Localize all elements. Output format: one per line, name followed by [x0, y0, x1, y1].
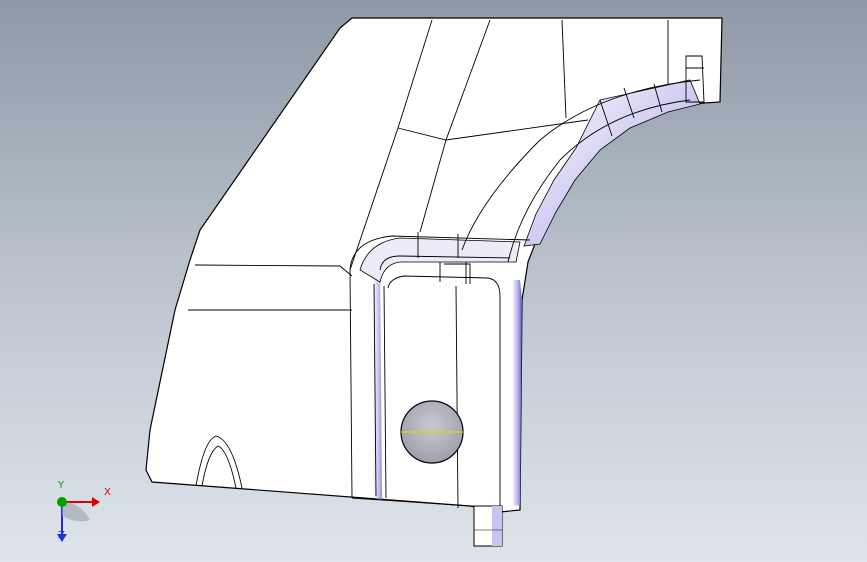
triad-y-label: Y	[58, 480, 65, 491]
locating-pin-shade	[492, 506, 502, 546]
cad-graphics-viewport[interactable]: X Y Z	[0, 0, 867, 562]
triad-z-label: Z	[58, 530, 65, 541]
reference-triad[interactable]: X Y Z	[40, 480, 120, 550]
tube-shading	[500, 280, 522, 508]
model-view[interactable]	[0, 0, 867, 562]
triad-x-label: X	[104, 487, 111, 498]
